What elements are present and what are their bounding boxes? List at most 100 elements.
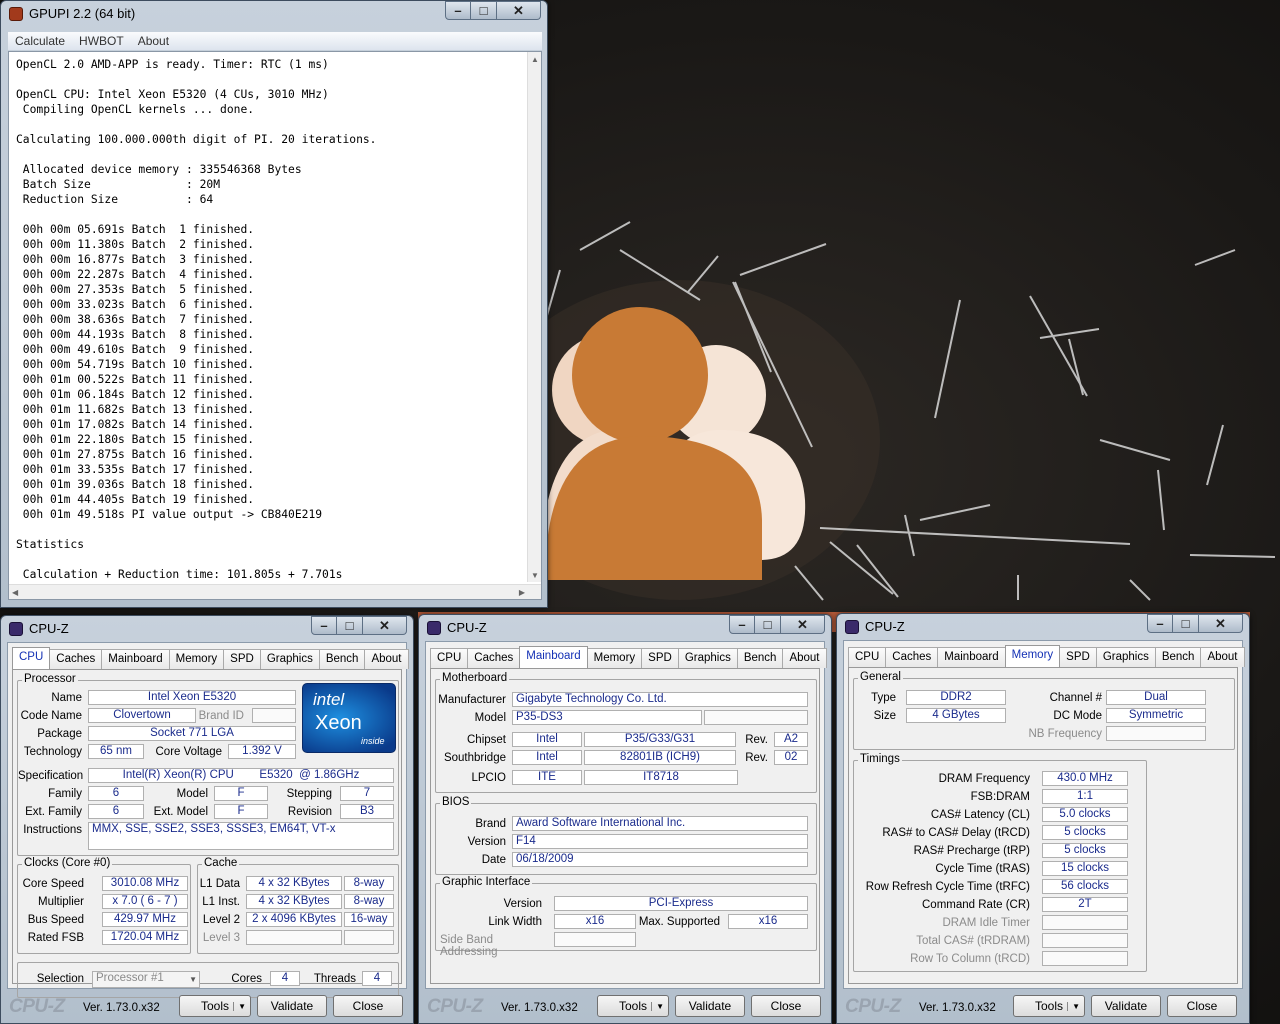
tab-mainboard[interactable]: Mainboard bbox=[519, 646, 588, 668]
maximize-button[interactable]: □ bbox=[1173, 614, 1199, 633]
corevoltage-value: 1.392 V bbox=[228, 744, 296, 759]
tab-graphics[interactable]: Graphics bbox=[677, 648, 738, 668]
menu-calculate[interactable]: Calculate bbox=[15, 34, 65, 48]
tab-spd[interactable]: SPD bbox=[223, 649, 261, 669]
tab-memory[interactable]: Memory bbox=[168, 649, 225, 669]
motherboard-group-label: Motherboard bbox=[440, 672, 510, 684]
tab-cpu[interactable]: CPU bbox=[430, 648, 469, 668]
validate-button[interactable]: Validate bbox=[257, 995, 327, 1017]
timing-label: RAS# Precharge (tRP) bbox=[913, 845, 1030, 857]
tab-caches[interactable]: Caches bbox=[467, 648, 521, 668]
close-window-button[interactable]: Close bbox=[1167, 995, 1237, 1017]
tab-memory[interactable]: Memory bbox=[586, 648, 643, 668]
maximize-button[interactable]: □ bbox=[755, 615, 781, 634]
scroll-right-icon[interactable]: ▶ bbox=[519, 588, 525, 597]
scroll-left-icon[interactable]: ◀ bbox=[12, 588, 18, 597]
tab-about[interactable]: About bbox=[782, 648, 827, 668]
tab-mainboard[interactable]: Mainboard bbox=[101, 649, 170, 669]
busspeed-label: Bus Speed bbox=[27, 914, 84, 926]
scroll-up-icon[interactable]: ▲ bbox=[531, 55, 539, 64]
cpuz-version: Ver. 1.73.0.x32 bbox=[83, 1002, 160, 1014]
extfamily-value: 6 bbox=[88, 804, 144, 819]
chevron-down-icon[interactable]: ▼ bbox=[651, 1001, 664, 1011]
timing-value: 5.0 clocks bbox=[1042, 807, 1128, 822]
tab-graphics[interactable]: Graphics bbox=[259, 649, 320, 669]
timing-value: 5 clocks bbox=[1042, 825, 1128, 840]
intel-xeon-logo: intel Xeon inside bbox=[302, 683, 396, 753]
scroll-down-icon[interactable]: ▼ bbox=[531, 571, 539, 580]
cpuz-app-icon bbox=[427, 621, 441, 635]
cpuz-app-icon bbox=[845, 620, 859, 634]
cpuz-tabbar: CPU Caches Mainboard Memory SPD Graphics… bbox=[430, 646, 827, 668]
l1data-assoc: 8-way bbox=[344, 876, 394, 891]
cpuz-titlebar[interactable]: CPU-Z – □ ✕ bbox=[1, 616, 413, 642]
minimize-button[interactable]: – bbox=[1147, 614, 1173, 633]
cpuz-version: Ver. 1.73.0.x32 bbox=[501, 1002, 578, 1014]
model-label: Model bbox=[176, 788, 208, 800]
gpupi-console-output[interactable]: OpenCL 2.0 AMD-APP is ready. Timer: RTC … bbox=[8, 51, 542, 600]
tab-graphics[interactable]: Graphics bbox=[1095, 647, 1156, 667]
lpcio-vendor: ITE bbox=[512, 770, 582, 785]
graphic-interface-group: Graphic Interface Version PCI-Express Li… bbox=[435, 876, 817, 958]
console-vertical-scrollbar[interactable]: ▲ ▼ bbox=[527, 52, 541, 582]
chevron-down-icon[interactable]: ▼ bbox=[233, 1001, 246, 1011]
minimize-button[interactable]: – bbox=[729, 615, 755, 634]
chevron-down-icon[interactable]: ▼ bbox=[1067, 1001, 1080, 1011]
close-window-button[interactable]: Close bbox=[333, 995, 403, 1017]
tab-cpu[interactable]: CPU bbox=[848, 647, 887, 667]
tab-mainboard[interactable]: Mainboard bbox=[937, 647, 1006, 667]
level3-value bbox=[246, 930, 342, 945]
timing-label: Row Refresh Cycle Time (tRFC) bbox=[865, 881, 1030, 893]
minimize-button[interactable]: – bbox=[311, 616, 337, 635]
tab-about[interactable]: About bbox=[364, 649, 409, 669]
minimize-button[interactable]: – bbox=[445, 1, 471, 20]
menu-hwbot[interactable]: HWBOT bbox=[79, 34, 124, 48]
console-horizontal-scrollbar[interactable]: ◀ ▶ bbox=[9, 584, 541, 599]
tools-button[interactable]: Tools ▼ bbox=[179, 995, 251, 1017]
tab-memory[interactable]: Memory bbox=[1004, 645, 1061, 667]
close-button[interactable]: ✕ bbox=[363, 616, 407, 635]
timing-value bbox=[1042, 915, 1128, 930]
tab-about[interactable]: About bbox=[1200, 647, 1245, 667]
tab-caches[interactable]: Caches bbox=[49, 649, 103, 669]
tab-bench[interactable]: Bench bbox=[1154, 647, 1202, 667]
timing-value: 5 clocks bbox=[1042, 843, 1128, 858]
instructions-label: Instructions bbox=[23, 824, 82, 836]
tools-button[interactable]: Tools ▼ bbox=[1013, 995, 1085, 1017]
manufacturer-value: Gigabyte Technology Co. Ltd. bbox=[512, 692, 808, 707]
cpuz-titlebar[interactable]: CPU-Z – □ ✕ bbox=[419, 615, 831, 641]
close-button[interactable]: ✕ bbox=[1199, 614, 1243, 633]
tab-caches[interactable]: Caches bbox=[885, 647, 939, 667]
tab-cpu[interactable]: CPU bbox=[12, 647, 51, 669]
package-value: Socket 771 LGA bbox=[88, 726, 296, 741]
channel-value: Dual bbox=[1106, 690, 1206, 705]
close-button[interactable]: ✕ bbox=[781, 615, 825, 634]
minimize-icon: – bbox=[738, 617, 746, 632]
menu-about[interactable]: About bbox=[138, 34, 169, 48]
cpuz-titlebar[interactable]: CPU-Z – □ ✕ bbox=[837, 614, 1249, 640]
codename-value: Clovertown bbox=[88, 708, 196, 723]
close-window-button[interactable]: Close bbox=[751, 995, 821, 1017]
extfamily-label: Ext. Family bbox=[25, 806, 82, 818]
timing-label: DRAM Idle Timer bbox=[942, 917, 1030, 929]
timings-group: Timings DRAM Frequency 430.0 MHz FSB:DRAM 1… bbox=[853, 753, 1147, 972]
linkwidth-value: x16 bbox=[554, 914, 636, 929]
tab-bench[interactable]: Bench bbox=[318, 649, 366, 669]
graphic-interface-group-label: Graphic Interface bbox=[440, 876, 533, 888]
timings-group-label: Timings bbox=[858, 753, 902, 765]
gpupi-titlebar[interactable]: GPUPI 2.2 (64 bit) – □ ✕ bbox=[1, 1, 547, 27]
tab-bench[interactable]: Bench bbox=[736, 648, 784, 668]
tools-button[interactable]: Tools ▼ bbox=[597, 995, 669, 1017]
validate-button[interactable]: Validate bbox=[1091, 995, 1161, 1017]
cores-value: 4 bbox=[270, 971, 300, 986]
selection-label: Selection bbox=[36, 973, 84, 985]
close-button[interactable]: ✕ bbox=[497, 1, 541, 20]
validate-button[interactable]: Validate bbox=[675, 995, 745, 1017]
timing-value bbox=[1042, 933, 1128, 948]
maximize-button[interactable]: □ bbox=[471, 1, 497, 20]
tab-spd[interactable]: SPD bbox=[1059, 647, 1097, 667]
processor-select[interactable]: Processor #1 ▼ bbox=[92, 971, 200, 988]
tab-spd[interactable]: SPD bbox=[641, 648, 679, 668]
cache-group: Cache L1 Data 4 x 32 KBytes 8-way L1 Ins… bbox=[197, 857, 399, 954]
maximize-button[interactable]: □ bbox=[337, 616, 363, 635]
